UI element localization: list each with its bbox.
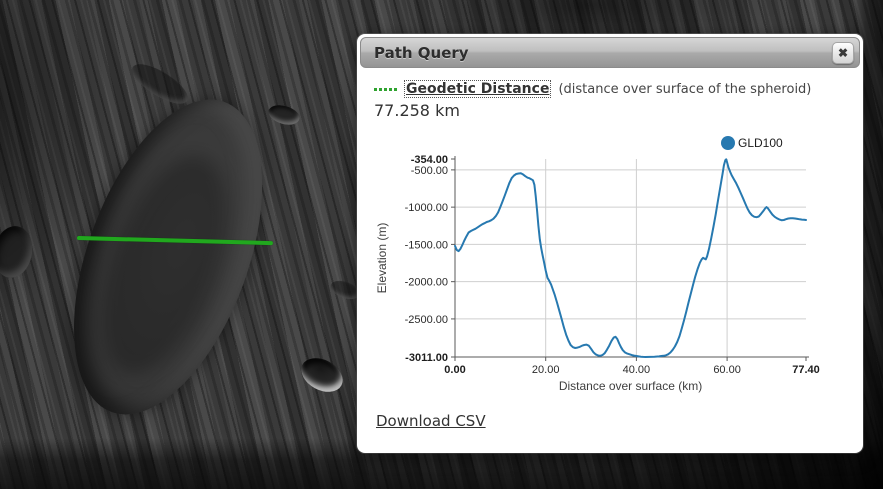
svg-text:40.00: 40.00 (623, 364, 651, 376)
svg-text:-2500.00: -2500.00 (405, 314, 448, 326)
svg-text:60.00: 60.00 (713, 364, 741, 376)
legend-marker-icon (721, 136, 735, 150)
measurement-row: Geodetic Distance (distance over surface… (374, 80, 846, 98)
svg-text:-2000.00: -2000.00 (405, 277, 448, 289)
svg-text:-1500.00: -1500.00 (405, 239, 448, 251)
svg-text:77.40: 77.40 (792, 364, 820, 376)
dialog-titlebar[interactable]: Path Query ✖ (360, 37, 860, 68)
dialog-body: Geodetic Distance (distance over surface… (360, 68, 860, 430)
geodetic-distance-link[interactable]: Geodetic Distance (404, 80, 551, 98)
svg-text:-3011.00: -3011.00 (405, 352, 448, 364)
svg-text:-1000.00: -1000.00 (405, 202, 448, 214)
svg-text:-500.00: -500.00 (411, 165, 448, 177)
distance-value: 77.258 km (374, 101, 846, 120)
measure-description: (distance over surface of the spheroid) (558, 82, 811, 97)
svg-text:20.00: 20.00 (532, 364, 560, 376)
download-csv-link[interactable]: Download CSV (376, 412, 486, 430)
path-query-dialog: Path Query ✖ Geodetic Distance (distance… (357, 34, 863, 453)
elevation-profile-chart[interactable]: -354.00-500.00-1000.00-1500.00-2000.00-2… (374, 134, 852, 396)
legend-label: GLD100 (738, 136, 783, 150)
path-dashed-swatch-icon (374, 88, 397, 91)
dialog-title: Path Query (374, 44, 469, 62)
svg-text:0.00: 0.00 (444, 364, 465, 376)
svg-text:Elevation (m): Elevation (m) (375, 223, 389, 294)
close-button[interactable]: ✖ (832, 42, 854, 64)
svg-text:Distance over surface (km): Distance over surface (km) (559, 379, 702, 393)
map-viewport[interactable]: Path Query ✖ Geodetic Distance (distance… (0, 0, 883, 489)
close-icon: ✖ (838, 46, 848, 60)
